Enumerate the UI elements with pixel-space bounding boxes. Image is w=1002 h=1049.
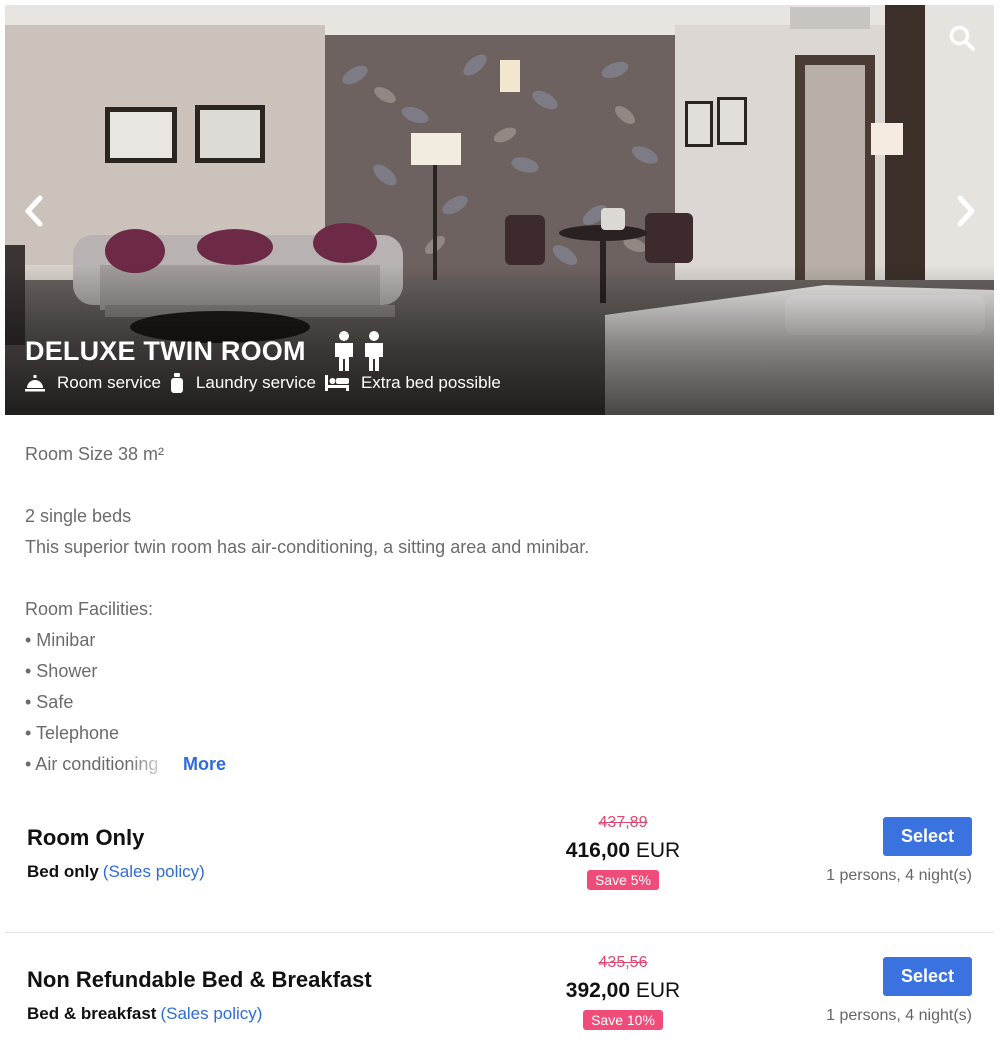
select-button[interactable]: Select <box>883 957 972 996</box>
rate-option-non-refundable-bb: Non Refundable Bed & Breakfast Bed & bre… <box>5 932 994 1049</box>
chevron-right-icon <box>957 195 975 227</box>
rate-option-room-only: Room Only Bed only (Sales policy) 437,89 … <box>5 805 994 925</box>
current-price: 392,00 EUR <box>553 975 693 1007</box>
select-button[interactable]: Select <box>883 817 972 856</box>
price-amount: 416,00 <box>565 839 631 862</box>
room-card: DELUXE TWIN ROOM Room service Laundry se… <box>5 5 994 1049</box>
room-description: Room Size 38 m² 2 single beds This super… <box>5 415 994 780</box>
gallery-prev-button[interactable] <box>19 191 49 231</box>
facility-item: • Shower <box>25 661 98 681</box>
feature-label: Room service <box>57 373 161 392</box>
room-title-row: DELUXE TWIN ROOM <box>25 331 386 371</box>
chevron-left-icon <box>25 195 43 227</box>
room-summary: This superior twin room has air-conditio… <box>25 537 590 557</box>
original-price: 435,56 <box>598 954 648 971</box>
sales-policy-link[interactable]: (Sales policy) <box>103 862 205 881</box>
search-icon <box>949 25 975 51</box>
facility-item: • Safe <box>25 692 74 712</box>
person-icon <box>334 331 353 371</box>
price-currency: EUR <box>635 839 681 862</box>
discount-badge: Save 10% <box>583 1010 663 1030</box>
person-icon <box>364 331 383 371</box>
board-type: Bed & breakfast (Sales policy) <box>27 1004 262 1024</box>
room-size: Room Size 38 m² <box>25 444 165 464</box>
more-link[interactable]: More <box>183 749 226 780</box>
facility-item: • Telephone <box>25 723 120 743</box>
price-block: 435,56 392,00 EUR Save 10% <box>553 951 693 1030</box>
board-label: Bed & breakfast <box>27 1004 157 1023</box>
room-photo-gallery: DELUXE TWIN ROOM Room service Laundry se… <box>5 5 994 415</box>
original-price: 437,89 <box>598 814 648 831</box>
facility-item: • Minibar <box>25 630 96 650</box>
facility-item: • Air conditioning <box>25 754 159 774</box>
board-label: Bed only <box>27 862 99 881</box>
feature-laundry-service: Laundry service <box>170 373 316 393</box>
rate-name: Non Refundable Bed & Breakfast <box>27 967 372 992</box>
discount-badge: Save 5% <box>586 870 660 890</box>
feature-room-service: Room service <box>25 373 161 393</box>
search-button[interactable] <box>945 21 979 55</box>
stay-summary: 1 persons, 4 night(s) <box>826 1007 972 1024</box>
board-type: Bed only (Sales policy) <box>27 862 205 882</box>
price-currency: EUR <box>635 979 681 1002</box>
price-block: 437,89 416,00 EUR Save 5% <box>553 811 693 890</box>
current-price: 416,00 EUR <box>553 835 693 867</box>
stay-summary: 1 persons, 4 night(s) <box>826 867 972 884</box>
room-service-bell-icon <box>25 374 45 392</box>
feature-label: Laundry service <box>195 373 316 392</box>
laundry-bottle-icon <box>170 373 184 393</box>
occupancy-indicator <box>332 331 386 371</box>
facility-item-truncated: • Air conditioning More <box>25 749 974 780</box>
sales-policy-link[interactable]: (Sales policy) <box>160 1004 262 1023</box>
bed-configuration: 2 single beds <box>25 506 132 526</box>
rate-name: Room Only <box>27 825 145 850</box>
room-title: DELUXE TWIN ROOM <box>25 335 306 366</box>
feature-label: Extra bed possible <box>360 373 501 392</box>
room-features: Room service Laundry service Extra bed p… <box>25 373 510 393</box>
price-amount: 392,00 <box>565 979 631 1002</box>
bed-icon <box>324 375 349 391</box>
feature-extra-bed: Extra bed possible <box>324 373 501 393</box>
gallery-next-button[interactable] <box>951 191 981 231</box>
facilities-heading: Room Facilities: <box>25 599 154 619</box>
